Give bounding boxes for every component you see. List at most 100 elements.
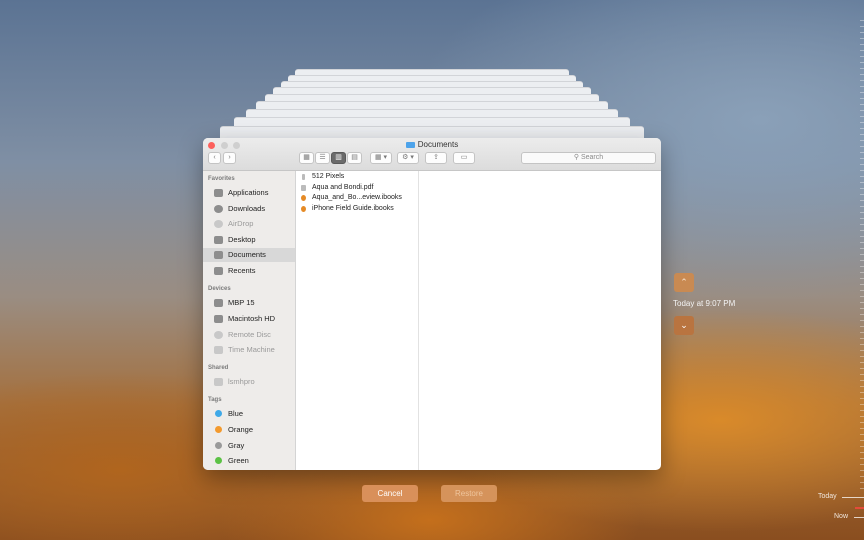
timeline-tick	[860, 230, 864, 231]
tags-button[interactable]: ▭	[453, 152, 475, 164]
timeline-tick	[860, 356, 864, 357]
timeline-tick	[860, 428, 864, 429]
sidebar-item-applications[interactable]: Applications	[203, 186, 295, 200]
timeline-tick	[860, 134, 864, 135]
timeline-tick	[860, 374, 864, 375]
sidebar-header-favorites: Favorites	[208, 176, 235, 182]
timeline-tick	[860, 410, 864, 411]
list-item[interactable]: iPhone Field Guide.ibooks	[296, 204, 418, 215]
view-list-button[interactable]: ☰	[315, 152, 330, 164]
timeline-tick	[860, 188, 864, 189]
sidebar-tag-gray[interactable]: Gray	[203, 439, 295, 453]
sidebar-item-label: Applications	[228, 188, 269, 197]
view-columns-button[interactable]: ▥	[331, 152, 346, 164]
time-machine-icon	[214, 346, 223, 354]
sidebar-item-label: Time Machine	[228, 345, 275, 354]
timeline-tick	[860, 182, 864, 183]
timeline-tick	[860, 344, 864, 345]
timeline-tick	[860, 308, 864, 309]
documents-icon	[214, 251, 223, 259]
restore-button[interactable]: Restore	[441, 485, 497, 502]
timeline-tick	[860, 266, 864, 267]
sidebar-item-label: Recents	[228, 266, 256, 275]
action-button[interactable]: ⚙ ▾	[397, 152, 419, 164]
sidebar-item-time-machine[interactable]: Time Machine	[203, 343, 295, 357]
timeline-tick	[860, 488, 864, 489]
share-button[interactable]: ⇪	[425, 152, 447, 164]
sidebar-item-recents[interactable]: Recents	[203, 264, 295, 278]
timeline-tick	[860, 278, 864, 279]
ibooks-icon	[301, 206, 306, 212]
search-placeholder: Search	[580, 154, 604, 161]
forward-button[interactable]: ›	[223, 152, 236, 164]
timeline-tick	[860, 68, 864, 69]
sidebar-item-label: Orange	[228, 425, 254, 434]
timeline-tick	[860, 272, 864, 273]
timeline-tick	[860, 476, 864, 477]
sidebar-item-label: Blue	[228, 409, 244, 418]
view-gallery-button[interactable]: ▤	[347, 152, 362, 164]
timeline-tick	[860, 236, 864, 237]
sidebar-item-lsmhpro[interactable]: lsmhpro	[203, 375, 295, 389]
cancel-button[interactable]: Cancel	[362, 485, 418, 502]
pdf-icon	[301, 185, 306, 191]
sidebar-tag-green[interactable]: Green	[203, 454, 295, 468]
tag-color-dot	[215, 457, 222, 464]
timeline-tick	[860, 26, 864, 27]
timeline-current-marker	[855, 507, 864, 509]
sidebar-item-documents[interactable]: Documents	[203, 248, 295, 262]
sidebar-item-label: Documents	[228, 250, 266, 259]
sidebar-item-mbp15[interactable]: MBP 15	[203, 296, 295, 310]
timeline-tick	[860, 212, 864, 213]
timeline-tick	[860, 320, 864, 321]
timeline-tick	[860, 452, 864, 453]
list-item[interactable]: Aqua_and_Bo...eview.ibooks	[296, 193, 418, 204]
sidebar-item-macintosh-hd[interactable]: Macintosh HD	[203, 312, 295, 326]
sidebar-tag-blue[interactable]: Blue	[203, 407, 295, 421]
arrange-button[interactable]: ▦ ▾	[370, 152, 392, 164]
view-icons-button[interactable]: ▦	[299, 152, 314, 164]
sidebar-item-airdrop[interactable]: AirDrop	[203, 217, 295, 231]
list-item[interactable]: 512 Pixels	[296, 172, 418, 183]
timeline-tick	[860, 80, 864, 81]
airdrop-icon	[214, 220, 223, 228]
timeline-tick	[860, 140, 864, 141]
timeline-tick	[860, 380, 864, 381]
tag-color-dot	[215, 410, 222, 417]
sidebar-item-downloads[interactable]: Downloads	[203, 202, 295, 216]
timeline-now-label[interactable]: Now	[834, 513, 848, 520]
timeline-tick	[860, 422, 864, 423]
timeline-tick	[860, 104, 864, 105]
timeline-tick	[860, 254, 864, 255]
timeline-tick	[860, 470, 864, 471]
timeline[interactable]	[851, 20, 864, 540]
timeline-today-label[interactable]: Today	[818, 493, 837, 500]
sidebar-header-devices: Devices	[208, 286, 231, 292]
titlebar: Documents ‹ › ▦ ☰ ▥ ▤ ▦ ▾ ⚙ ▾ ⇪ ▭ ⚲ Sear…	[203, 138, 661, 171]
previous-backup-button[interactable]: ⌃	[674, 273, 694, 292]
ibooks-icon	[301, 195, 306, 201]
sidebar-item-label: AirDrop	[228, 219, 254, 228]
folder-icon	[405, 142, 415, 148]
sidebar-item-desktop[interactable]: Desktop	[203, 233, 295, 247]
timeline-tick	[860, 290, 864, 291]
file-name: Aqua and Bondi.pdf	[312, 184, 374, 191]
next-backup-button[interactable]: ⌄	[674, 316, 694, 335]
search-field[interactable]: ⚲ Search	[521, 152, 656, 164]
timeline-tick	[860, 50, 864, 51]
file-name: 512 Pixels	[312, 173, 345, 180]
timeline-tick	[860, 398, 864, 399]
tag-color-dot	[215, 442, 222, 449]
sidebar-item-remote-disc[interactable]: Remote Disc	[203, 328, 295, 342]
timeline-tick	[860, 350, 864, 351]
timeline-tick	[860, 446, 864, 447]
back-button[interactable]: ‹	[208, 152, 221, 164]
timeline-tick	[860, 128, 864, 129]
timeline-tick	[860, 62, 864, 63]
sidebar-item-label: Desktop	[228, 235, 256, 244]
sidebar-tag-orange[interactable]: Orange	[203, 423, 295, 437]
timeline-tick	[860, 86, 864, 87]
timeline-tick	[860, 32, 864, 33]
laptop-icon	[214, 299, 223, 307]
timeline-tick	[860, 44, 864, 45]
